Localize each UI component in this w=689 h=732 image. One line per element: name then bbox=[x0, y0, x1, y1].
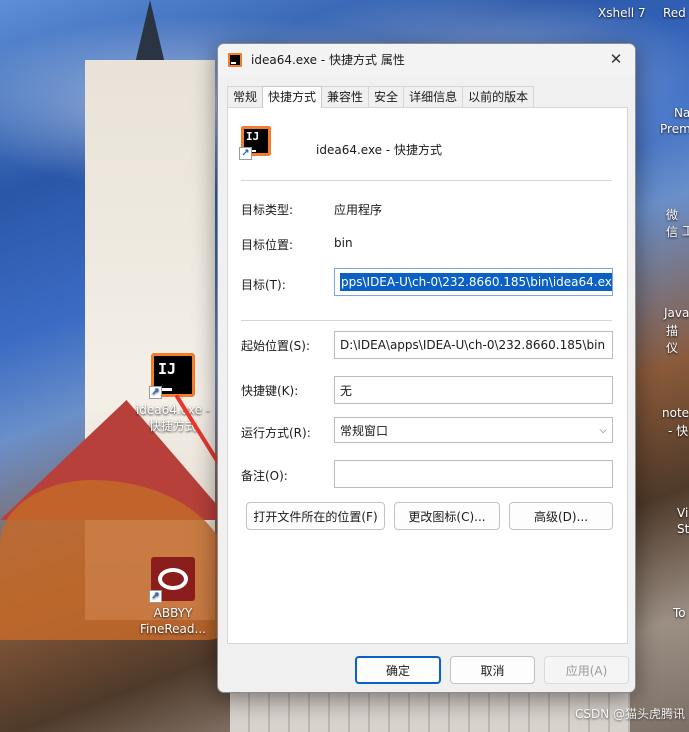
shortcut-arrow-icon: ↗ bbox=[149, 590, 162, 603]
shortcut-arrow-icon: ↗ bbox=[149, 386, 162, 399]
desktop-label-red[interactable]: Red bbox=[663, 6, 686, 20]
shortcut-tab-panel: IJ ↗ idea64.exe - 快捷方式 目标类型: 应用程序 目标位置: … bbox=[227, 107, 628, 644]
desktop-icon-abbyy[interactable]: ↗ ABBYY FineRead... bbox=[132, 557, 214, 637]
shortcut-name: idea64.exe - 快捷方式 bbox=[316, 143, 443, 157]
target-location-value: bin bbox=[334, 236, 353, 250]
start-in-input[interactable]: D:\IDEA\apps\IDEA-U\ch-0\232.8660.185\bi… bbox=[334, 331, 613, 359]
desktop-icon-idea-shortcut[interactable]: IJ ↗ idea64.exe - 快捷方式 bbox=[132, 353, 214, 434]
advanced-button[interactable]: 高级(D)... bbox=[509, 502, 613, 530]
desktop-label-partial[interactable]: Java bbox=[664, 306, 689, 320]
properties-dialog: idea64.exe - 快捷方式 属性 ✕ 常规 快捷方式 兼容性 安全 详细… bbox=[217, 43, 636, 693]
dialog-title: idea64.exe - 快捷方式 属性 bbox=[251, 53, 405, 67]
target-input-value: pps\IDEA-U\ch-0\232.8660.185\bin\idea64.… bbox=[340, 273, 612, 291]
desktop-icon-label: idea64.exe - bbox=[135, 403, 211, 417]
run-label: 运行方式(R): bbox=[241, 426, 311, 440]
target-location-label: 目标位置: bbox=[241, 238, 294, 252]
run-select[interactable]: 常规窗口 ⌵ bbox=[334, 417, 613, 443]
divider bbox=[241, 180, 612, 181]
desktop-label-partial[interactable]: Vi bbox=[677, 506, 688, 520]
target-input[interactable]: pps\IDEA-U\ch-0\232.8660.185\bin\idea64.… bbox=[334, 268, 613, 296]
tab-shortcut[interactable]: 快捷方式 bbox=[262, 86, 323, 108]
target-type-label: 目标类型: bbox=[241, 203, 294, 217]
start-in-label: 起始位置(S): bbox=[241, 339, 311, 353]
desktop-icon-label: FineRead... bbox=[140, 622, 206, 636]
desktop-label-partial[interactable]: note bbox=[662, 406, 689, 420]
abbyy-icon: ↗ bbox=[149, 557, 195, 603]
desktop-label-partial[interactable]: Prem bbox=[660, 122, 689, 136]
tab-previous-versions[interactable]: 以前的版本 bbox=[462, 86, 535, 107]
tab-compatibility[interactable]: 兼容性 bbox=[321, 86, 370, 107]
divider bbox=[241, 320, 612, 321]
tab-bar: 常规 快捷方式 兼容性 安全 详细信息 以前的版本 bbox=[227, 86, 535, 108]
target-type-value: 应用程序 bbox=[334, 203, 383, 217]
comment-input[interactable] bbox=[334, 460, 613, 488]
cancel-button[interactable]: 取消 bbox=[450, 656, 535, 684]
desktop-label-partial[interactable]: 描仪 bbox=[666, 322, 689, 356]
shortcut-arrow-icon: ↗ bbox=[239, 147, 252, 160]
desktop-label-partial[interactable]: To bbox=[673, 606, 686, 620]
dialog-titlebar[interactable]: idea64.exe - 快捷方式 属性 ✕ bbox=[218, 44, 635, 75]
tab-general[interactable]: 常规 bbox=[227, 86, 264, 107]
desktop-label-xshell[interactable]: Xshell 7 bbox=[598, 6, 646, 20]
watermark: CSDN @猫头虎腾讯 bbox=[574, 707, 685, 721]
tab-details[interactable]: 详细信息 bbox=[403, 86, 464, 107]
target-label: 目标(T): bbox=[241, 278, 286, 292]
tab-security[interactable]: 安全 bbox=[368, 86, 405, 107]
bg-steps bbox=[230, 690, 630, 732]
close-button[interactable]: ✕ bbox=[603, 47, 629, 71]
close-icon: ✕ bbox=[609, 50, 623, 68]
shortcut-key-label: 快捷键(K): bbox=[241, 384, 299, 398]
shortcut-key-input[interactable]: 无 bbox=[334, 376, 613, 404]
desktop-label-partial[interactable]: St bbox=[677, 522, 689, 536]
change-icon-button[interactable]: 更改图标(C)... bbox=[394, 502, 500, 530]
run-select-value: 常规窗口 bbox=[340, 423, 389, 438]
desktop-icon-label: ABBYY bbox=[153, 606, 193, 620]
desktop-label-partial[interactable]: Na bbox=[674, 106, 689, 120]
chevron-down-icon: ⌵ bbox=[599, 424, 607, 436]
intellij-icon bbox=[228, 52, 242, 67]
apply-button[interactable]: 应用(A) bbox=[544, 656, 629, 684]
desktop-label-partial[interactable]: 工 bbox=[682, 222, 689, 239]
desktop-label-partial[interactable]: - 快 bbox=[668, 422, 688, 439]
intellij-icon: IJ ↗ bbox=[149, 353, 195, 399]
intellij-icon-text: IJ bbox=[246, 130, 260, 143]
ok-button[interactable]: 确定 bbox=[355, 656, 441, 684]
intellij-icon: IJ ↗ bbox=[239, 126, 271, 160]
comment-label: 备注(O): bbox=[241, 469, 288, 483]
open-file-location-button[interactable]: 打开文件所在的位置(F) bbox=[246, 502, 385, 530]
